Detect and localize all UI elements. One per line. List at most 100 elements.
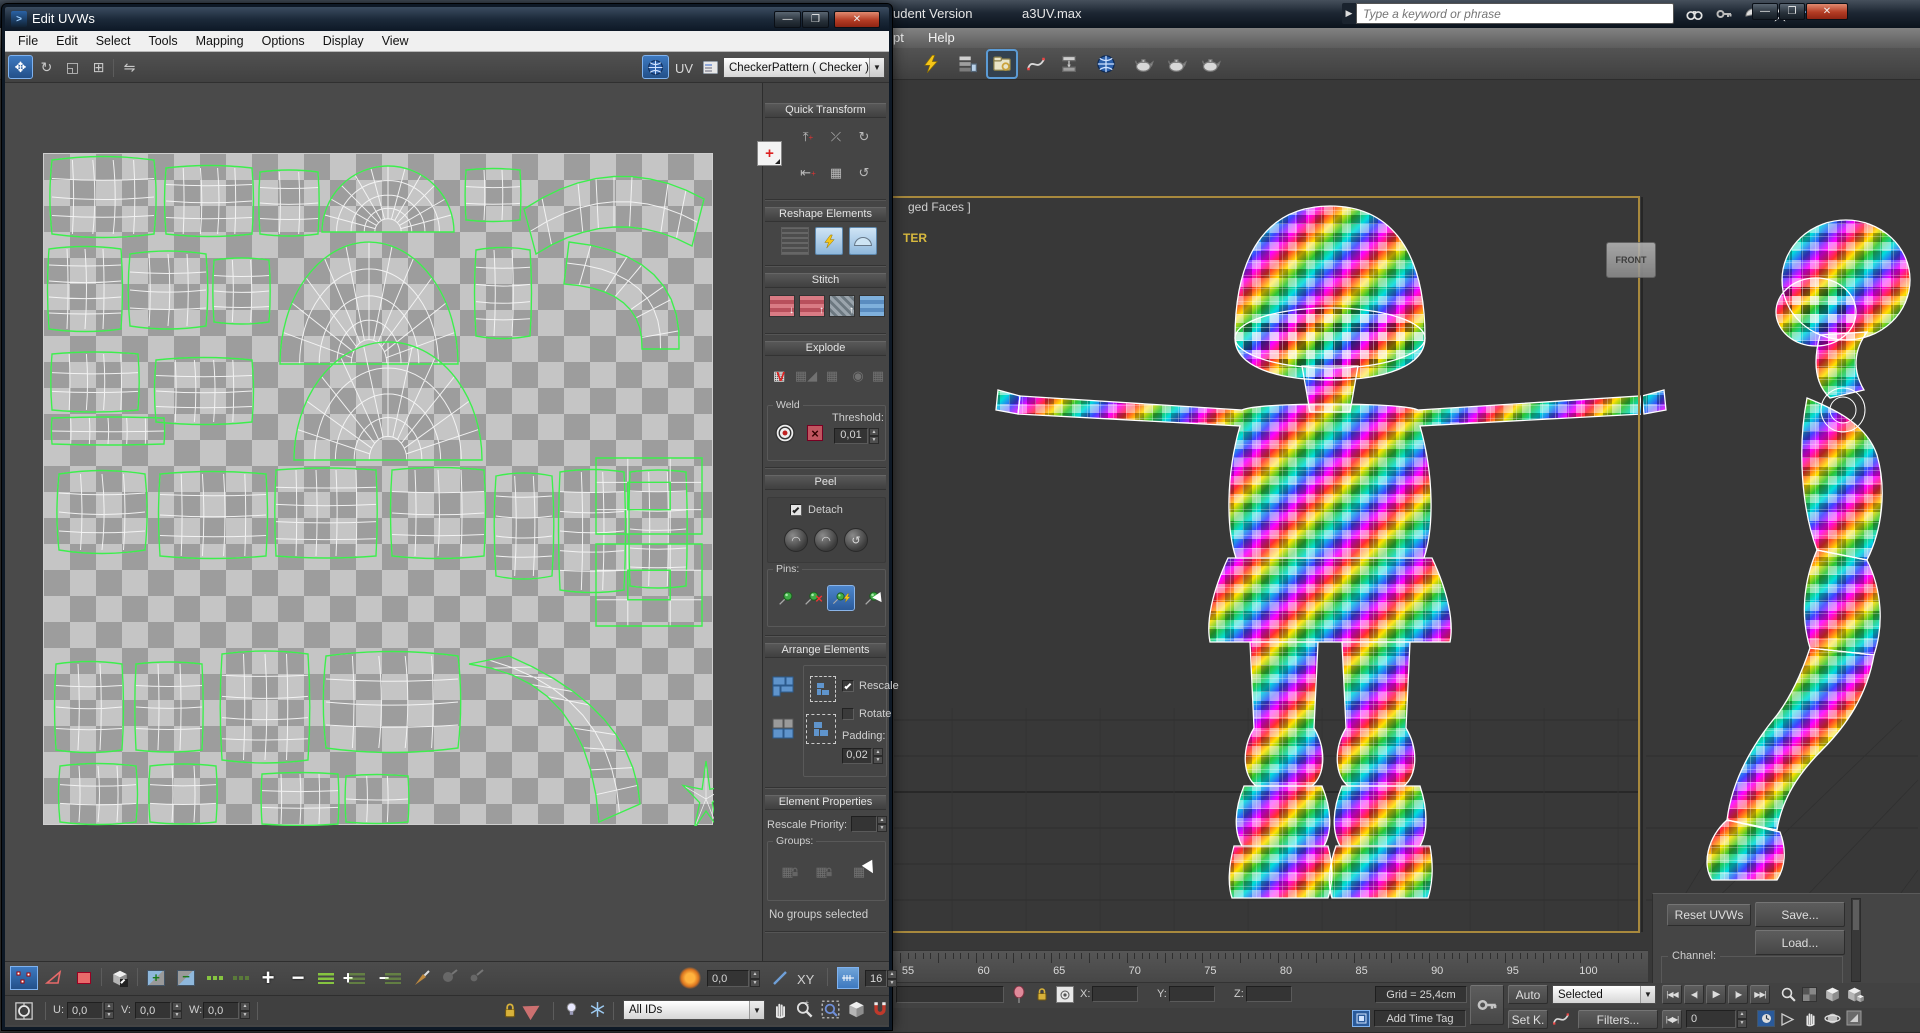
align-horizontal-icon[interactable]: ⤒+ xyxy=(795,123,821,151)
soft-selection-falloff-field[interactable]: 0,0 xyxy=(707,970,749,987)
section-element-properties[interactable]: Element Properties xyxy=(765,795,886,810)
detach-checkbox[interactable] xyxy=(790,504,802,516)
isolate-pin-icon[interactable] xyxy=(1012,986,1026,1004)
pack-together-icon[interactable] xyxy=(769,715,797,743)
current-frame-field[interactable]: 0 xyxy=(1686,1010,1736,1028)
rotate-ccw-icon[interactable]: ↺ xyxy=(851,159,877,187)
grid-snap-toggle[interactable] xyxy=(835,967,861,989)
key-filter-dropdown[interactable]: Selected▼ xyxy=(1552,985,1656,1004)
uvw-menu-view[interactable]: View xyxy=(373,34,418,48)
rotate-cw-icon[interactable]: ↻ xyxy=(851,123,877,151)
show-hidden-icon[interactable] xyxy=(563,1001,580,1023)
viewport-name-label[interactable]: TER xyxy=(903,231,927,245)
align-vertical-icon[interactable]: ⇤+ xyxy=(795,159,821,187)
menu-fragment[interactable]: pt xyxy=(893,30,904,45)
selection-lock-icon[interactable] xyxy=(1034,986,1050,1007)
y-coordinate-field[interactable] xyxy=(1169,986,1215,1002)
straighten-icon[interactable]: ⤫ xyxy=(823,123,849,151)
grid-size-spinner[interactable]: ▲▼ xyxy=(887,970,897,987)
pan-hand-icon[interactable] xyxy=(1802,1010,1819,1032)
close-button[interactable]: ✕ xyxy=(1806,3,1848,20)
stitch-custom-icon[interactable]: ↓ xyxy=(769,295,795,317)
key-mode-toggle[interactable]: |◀▶| xyxy=(1662,1010,1682,1029)
weld-selected-icon[interactable]: × xyxy=(802,420,828,446)
relax-icon[interactable] xyxy=(815,227,843,255)
orbit-icon[interactable] xyxy=(1824,1010,1841,1032)
menu-help[interactable]: Help xyxy=(928,30,955,45)
peel-reset-icon[interactable]: ↺ xyxy=(844,528,868,552)
zoom-extents-icon[interactable] xyxy=(1824,986,1841,1008)
uvw-menu-select[interactable]: Select xyxy=(87,34,140,48)
section-quick-transform[interactable]: Quick Transform xyxy=(765,103,886,118)
padding-field[interactable]: 0,02 xyxy=(842,748,872,764)
layer-manager-icon[interactable] xyxy=(953,51,981,77)
time-tag-icon[interactable] xyxy=(1352,1010,1370,1027)
move-tool-button[interactable]: ✥ xyxy=(9,56,32,78)
section-reshape-elements[interactable]: Reshape Elements xyxy=(765,207,886,222)
license-key-icon[interactable] xyxy=(1712,4,1736,24)
relax-until-flat-icon[interactable] xyxy=(781,227,809,255)
pin-icon[interactable] xyxy=(772,586,798,610)
uvw-menu-tools[interactable]: Tools xyxy=(139,34,186,48)
next-frame-button[interactable]: |▶ xyxy=(1728,985,1748,1004)
pelt-map-icon[interactable] xyxy=(849,227,877,255)
align-to-edge-icon[interactable]: ▦ xyxy=(823,159,849,187)
z-coordinate-field[interactable] xyxy=(1246,986,1292,1002)
uv-vertex-mode-button[interactable] xyxy=(11,967,37,989)
scale-tool-button[interactable]: ◱ xyxy=(61,56,84,78)
flatten-by-smoothing-icon[interactable]: ▦V xyxy=(767,363,791,389)
render-setup-icon[interactable] xyxy=(1163,51,1191,77)
w-field[interactable]: 0,0 xyxy=(203,1002,239,1019)
frame-spinner[interactable]: ▲▼ xyxy=(1737,1010,1747,1028)
threshold-field[interactable]: 0,01 xyxy=(834,428,868,444)
section-peel[interactable]: Peel xyxy=(765,475,886,490)
show-map-button[interactable] xyxy=(643,56,668,78)
uvw-menu-edit[interactable]: Edit xyxy=(47,34,87,48)
grid-size-field[interactable]: 16 xyxy=(865,970,887,987)
material-editor-icon[interactable] xyxy=(1130,51,1158,77)
key-filters-button[interactable]: Filters... xyxy=(1578,1010,1658,1029)
new-key-settings-icon[interactable] xyxy=(1552,1010,1574,1028)
gizmo-icon[interactable] xyxy=(11,999,37,1023)
curve-editor-icon[interactable] xyxy=(1022,51,1050,77)
rescale-priority-field[interactable] xyxy=(851,816,877,832)
falloff-spinner[interactable]: ▲▼ xyxy=(750,970,760,987)
set-key-mode-button[interactable]: Set K. xyxy=(1508,1010,1548,1029)
set-keys-button[interactable] xyxy=(1470,985,1504,1025)
open-uv-editor-icon[interactable] xyxy=(988,51,1016,77)
loop-dash-icon[interactable] xyxy=(203,967,229,989)
rotate-checkbox[interactable] xyxy=(842,708,854,720)
timeline-ruler[interactable]: 556065707580859095100 xyxy=(892,950,1648,983)
uv-editor-canvas[interactable] xyxy=(5,83,762,961)
soft-selection-icon[interactable] xyxy=(677,967,703,989)
uvw-titlebar[interactable]: > Edit UVWs — ❐ ✕ xyxy=(5,7,889,31)
rendered-frame-icon[interactable] xyxy=(1197,51,1225,77)
rescale-elements-icon[interactable] xyxy=(810,676,836,702)
viewport-area[interactable] xyxy=(892,80,1920,985)
freeze-snowflake-icon[interactable] xyxy=(589,1001,606,1023)
uv-space-label[interactable]: UV xyxy=(675,61,693,76)
threshold-spinner[interactable]: ▲▼ xyxy=(869,428,879,444)
uvw-menu-options[interactable]: Options xyxy=(253,34,314,48)
schematic-view-icon[interactable] xyxy=(1055,51,1083,77)
loop-shrink-button[interactable]: − xyxy=(285,967,311,989)
options-list-icon[interactable] xyxy=(699,56,722,78)
ring-grow-button[interactable]: + xyxy=(341,967,367,989)
select-element-toggle[interactable] xyxy=(107,967,133,989)
freeform-tool-button[interactable]: ⊞ xyxy=(87,56,110,78)
quick-transform-flyout-button[interactable]: + xyxy=(757,141,782,166)
auto-pin-icon[interactable] xyxy=(828,586,854,610)
rescale-priority-spinner[interactable]: ▲▼ xyxy=(877,816,887,832)
help-search-input[interactable] xyxy=(1356,3,1674,24)
paint-select-brush-icon[interactable] xyxy=(409,967,435,989)
restore-button[interactable]: ❐ xyxy=(1779,3,1805,20)
v-field[interactable]: 0,0 xyxy=(135,1002,171,1019)
viewport-shading-label[interactable]: ged Faces ] xyxy=(908,200,971,214)
shrink-selection-button[interactable]: − xyxy=(173,967,199,989)
minimize-button[interactable]: — xyxy=(1752,3,1778,20)
section-explode[interactable]: Explode xyxy=(765,341,886,356)
uv-islands[interactable] xyxy=(44,154,714,826)
viewcube[interactable]: FRONT xyxy=(1606,242,1656,278)
add-time-tag[interactable]: Add Time Tag xyxy=(1374,1010,1466,1027)
lock-selection-icon[interactable] xyxy=(501,1001,519,1024)
